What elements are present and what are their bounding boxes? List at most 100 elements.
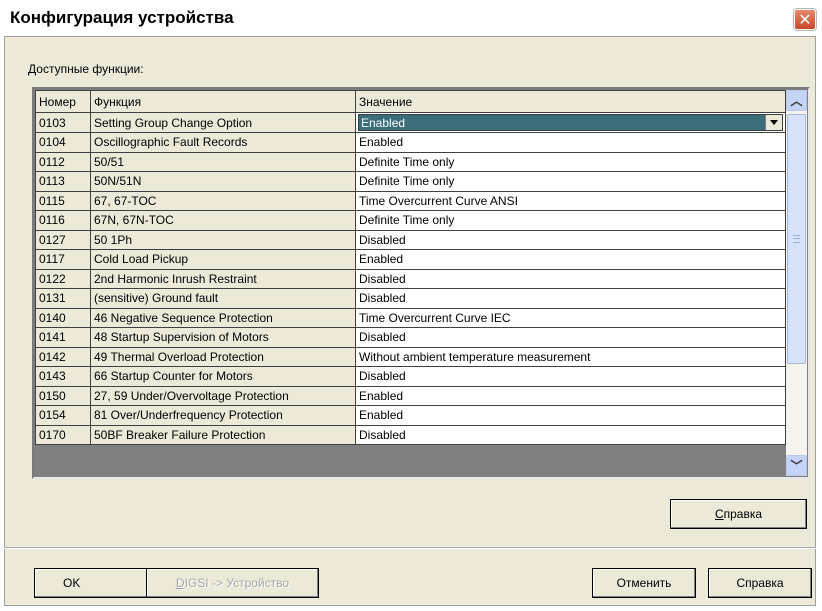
row-value-cell[interactable]: Disabled: [355, 288, 786, 309]
row-number-cell: 0104: [35, 132, 91, 153]
row-function-cell: 50BF Breaker Failure Protection: [90, 424, 356, 445]
row-function-cell: 81 Over/Underfrequency Protection: [90, 405, 356, 426]
table-row[interactable]: 0112 50/51 Definite Time only: [35, 151, 786, 172]
row-function-cell: 48 Startup Supervision of Motors: [90, 327, 356, 348]
grip-icon: [793, 235, 800, 243]
column-header-number[interactable]: Номер: [35, 90, 91, 113]
row-value-cell[interactable]: Enabled: [355, 405, 786, 426]
scroll-up-button[interactable]: ︿: [786, 90, 807, 111]
chevron-down-icon: [770, 120, 778, 125]
row-number-cell: 0142: [35, 346, 91, 367]
row-number-cell: 0154: [35, 405, 91, 426]
row-value-cell[interactable]: Without ambient temperature measurement: [355, 346, 786, 367]
row-number-cell: 0113: [35, 171, 91, 192]
row-value-cell[interactable]: Time Overcurrent Curve IEC: [355, 307, 786, 328]
row-number-cell: 0170: [35, 424, 91, 445]
row-function-cell: 67N, 67N-TOC: [90, 210, 356, 231]
row-function-cell: 50N/51N: [90, 171, 356, 192]
row-number-cell: 0116: [35, 210, 91, 231]
help-button-top[interactable]: Справка: [670, 499, 807, 529]
row-value-cell[interactable]: Disabled: [355, 424, 786, 445]
row-value-cell[interactable]: Disabled: [355, 366, 786, 387]
title-bar: Конфигурация устройства ✕: [0, 0, 822, 36]
row-number-cell: 0140: [35, 307, 91, 328]
value-select-text: Enabled: [361, 116, 406, 130]
row-number-cell: 0103: [35, 112, 91, 133]
table-row[interactable]: 0170 50BF Breaker Failure Protection Disab…: [35, 424, 786, 445]
row-value-cell[interactable]: Definite Time only: [355, 171, 786, 192]
table-row[interactable]: 0154 81 Over/Underfrequency Protection Ena…: [35, 405, 786, 426]
table-row[interactable]: 0115 67, 67-TOC Time Overcurrent Curve ANS…: [35, 190, 786, 211]
close-icon[interactable]: ✕: [794, 9, 816, 30]
table-row[interactable]: 0141 48 Startup Supervision of Motors Disa…: [35, 327, 786, 348]
row-value-cell[interactable]: Disabled: [355, 327, 786, 348]
table-row[interactable]: 0150 27, 59 Under/Overvoltage Protection E…: [35, 385, 786, 406]
row-function-cell: 50/51: [90, 151, 356, 172]
row-function-cell: Oscillographic Fault Records: [90, 132, 356, 153]
row-value-cell[interactable]: Time Overcurrent Curve ANSI: [355, 190, 786, 211]
digsi-accel: D: [175, 576, 185, 590]
help-top-text: правка: [723, 507, 763, 521]
row-function-cell: 2nd Harmonic Inrush Restraint: [90, 268, 356, 289]
device-configuration-dialog: Конфигурация устройства ✕ Доступные функ…: [0, 0, 822, 611]
table-row[interactable]: 0127 50 1Ph Disabled: [35, 229, 786, 250]
dropdown-arrow-button[interactable]: [765, 115, 782, 130]
row-value-cell[interactable]: Enabled: [355, 249, 786, 270]
dialog-title: Конфигурация устройства: [10, 8, 234, 27]
digsi-to-device-button[interactable]: D IGSI -> Устройство: [146, 568, 319, 598]
table-row[interactable]: 0104 Oscillographic Fault Records Enabled: [35, 132, 786, 153]
table-row[interactable]: 0140 46 Negative Sequence Protection Time …: [35, 307, 786, 328]
divider: [4, 547, 816, 549]
available-functions-label: Доступные функции:: [28, 62, 144, 76]
row-value-cell[interactable]: Definite Time only: [355, 210, 786, 231]
table-header-row: Номер Функция Значение: [35, 90, 786, 113]
value-select[interactable]: Enabled: [358, 114, 783, 131]
functions-grid[interactable]: Номер Функция Значение 0103 Setting Group…: [32, 87, 810, 479]
row-number-cell: 0117: [35, 249, 91, 270]
cancel-button[interactable]: Отменить: [592, 568, 696, 598]
help-button-bottom[interactable]: Справка: [708, 568, 812, 598]
column-header-function[interactable]: Функция: [90, 90, 356, 113]
row-number-cell: 0143: [35, 366, 91, 387]
row-number-cell: 0112: [35, 151, 91, 172]
row-value-cell[interactable]: Enabled: [355, 385, 786, 406]
available-functions-text: оступные функции:: [36, 62, 144, 76]
row-function-cell: 46 Negative Sequence Protection: [90, 307, 356, 328]
table-row[interactable]: 0143 66 Startup Counter for Motors Disable…: [35, 366, 786, 387]
help-top-accel: С: [714, 507, 724, 521]
row-number-cell: 0122: [35, 268, 91, 289]
row-function-cell: 27, 59 Under/Overvoltage Protection: [90, 385, 356, 406]
scrollbar-thumb[interactable]: [787, 114, 806, 364]
row-value-cell[interactable]: Disabled: [355, 229, 786, 250]
table-row[interactable]: 0103 Setting Group Change Option Enabled: [35, 112, 786, 133]
table-row[interactable]: 0117 Cold Load Pickup Enabled: [35, 249, 786, 270]
table-row[interactable]: 0116 67N, 67N-TOC Definite Time only: [35, 210, 786, 231]
row-number-cell: 0150: [35, 385, 91, 406]
table-row[interactable]: 0131 (sensitive) Ground fault Disabled: [35, 288, 786, 309]
table-row[interactable]: 0122 2nd Harmonic Inrush Restraint Disable…: [35, 268, 786, 289]
row-function-cell: 49 Thermal Overload Protection: [90, 346, 356, 367]
row-value-cell[interactable]: Disabled: [355, 268, 786, 289]
row-function-cell: Cold Load Pickup: [90, 249, 356, 270]
row-number-cell: 0141: [35, 327, 91, 348]
row-value-cell[interactable]: Definite Time only: [355, 151, 786, 172]
row-function-cell: 67, 67-TOC: [90, 190, 356, 211]
scroll-down-button[interactable]: ﹀: [786, 455, 807, 476]
digsi-text: IGSI -> Устройство: [184, 576, 290, 590]
column-header-value[interactable]: Значение: [355, 90, 786, 113]
table-row[interactable]: 0142 49 Thermal Overload Protection Withou…: [35, 346, 786, 367]
chevron-up-icon: ︿: [790, 94, 803, 108]
row-function-cell: Setting Group Change Option: [90, 112, 356, 133]
row-number-cell: 0127: [35, 229, 91, 250]
chevron-down-icon: ﹀: [790, 459, 803, 473]
row-function-cell: (sensitive) Ground fault: [90, 288, 356, 309]
row-value-dropdown-cell: Enabled: [355, 112, 786, 133]
row-number-cell: 0115: [35, 190, 91, 211]
row-number-cell: 0131: [35, 288, 91, 309]
row-function-cell: 50 1Ph: [90, 229, 356, 250]
vertical-scrollbar[interactable]: ︿ ﹀: [786, 90, 807, 476]
functions-table: Номер Функция Значение 0103 Setting Group…: [35, 90, 786, 445]
table-row[interactable]: 0113 50N/51N Definite Time only: [35, 171, 786, 192]
row-value-cell[interactable]: Enabled: [355, 132, 786, 153]
row-function-cell: 66 Startup Counter for Motors: [90, 366, 356, 387]
